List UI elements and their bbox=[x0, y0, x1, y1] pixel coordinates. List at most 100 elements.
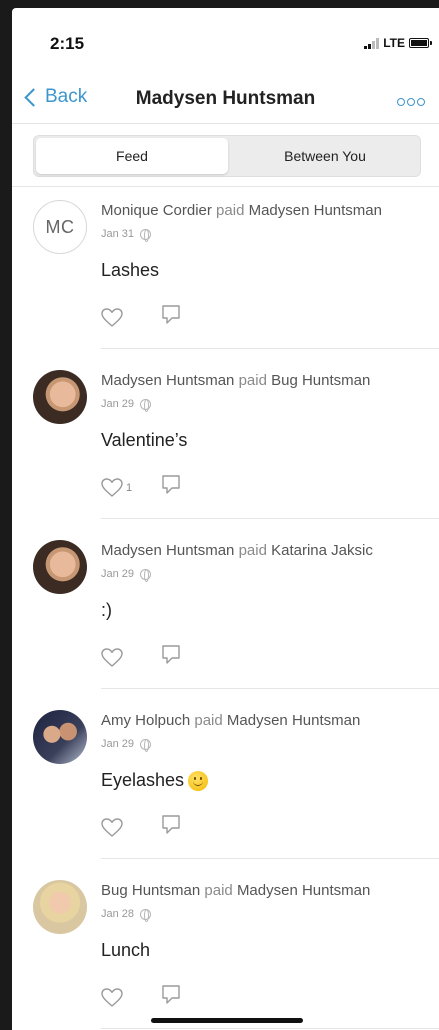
like-button[interactable] bbox=[101, 647, 161, 668]
item-divider bbox=[101, 1028, 439, 1029]
item-divider bbox=[101, 858, 439, 859]
feed-item[interactable]: Madysen Huntsman paid Katarina Jaksic Jan… bbox=[12, 526, 439, 696]
payment-date: Jan 29 bbox=[101, 398, 152, 412]
avatar[interactable]: MC bbox=[33, 200, 87, 254]
item-divider bbox=[101, 348, 439, 349]
battery-icon bbox=[409, 38, 432, 48]
like-button[interactable] bbox=[101, 987, 161, 1008]
heart-icon bbox=[101, 987, 123, 1007]
payment-description: Amy Holpuch paid Madysen Huntsman bbox=[101, 712, 360, 729]
comment-icon bbox=[162, 985, 180, 1004]
comment-icon bbox=[162, 645, 180, 664]
heart-icon bbox=[101, 817, 123, 837]
item-actions bbox=[101, 304, 181, 331]
payment-description: Madysen Huntsman paid Katarina Jaksic bbox=[101, 542, 373, 559]
globe-icon bbox=[140, 398, 152, 412]
feed-item[interactable]: MC Monique Cordier paid Madysen Huntsman J… bbox=[12, 186, 439, 356]
payment-description: Madysen Huntsman paid Bug Huntsman bbox=[101, 372, 370, 389]
item-actions bbox=[101, 644, 181, 671]
avatar[interactable] bbox=[33, 370, 87, 424]
payer-name[interactable]: Bug Huntsman bbox=[101, 882, 200, 899]
note-text: Lunch bbox=[101, 940, 151, 960]
like-button[interactable] bbox=[101, 817, 161, 838]
globe-icon bbox=[140, 228, 152, 242]
home-indicator[interactable] bbox=[151, 1018, 303, 1023]
payer-name[interactable]: Madysen Huntsman bbox=[101, 372, 234, 389]
payment-date: Jan 28 bbox=[101, 908, 152, 922]
heart-icon bbox=[101, 307, 123, 327]
payer-name[interactable]: Madysen Huntsman bbox=[101, 542, 234, 559]
globe-icon bbox=[140, 738, 152, 752]
payment-description: Monique Cordier paid Madysen Huntsman bbox=[101, 202, 382, 219]
payee-name[interactable]: Madysen Huntsman bbox=[237, 882, 370, 899]
payment-note: Lunch bbox=[101, 940, 150, 961]
item-divider bbox=[101, 518, 439, 519]
comment-button[interactable] bbox=[161, 474, 181, 501]
comment-button[interactable] bbox=[161, 644, 181, 671]
payment-note: Lashes bbox=[101, 260, 159, 281]
more-options-icon[interactable] bbox=[397, 98, 425, 106]
segmented-control: Feed Between You bbox=[33, 135, 421, 177]
item-divider bbox=[101, 688, 439, 689]
note-text: Valentine’s bbox=[101, 430, 188, 450]
heart-icon bbox=[101, 477, 123, 497]
phone-screen: 2:15 LTE Back Madysen Huntsman Feed Betw… bbox=[12, 8, 439, 1030]
signal-icon bbox=[364, 37, 380, 49]
smile-emoji-icon bbox=[188, 770, 209, 791]
status-bar: 2:15 LTE bbox=[12, 8, 439, 68]
avatar[interactable] bbox=[33, 710, 87, 764]
status-time: 2:15 bbox=[50, 34, 85, 53]
payee-name[interactable]: Bug Huntsman bbox=[271, 372, 370, 389]
date-label: Jan 29 bbox=[101, 738, 135, 750]
avatar[interactable] bbox=[33, 880, 87, 934]
item-actions: 1 bbox=[101, 474, 181, 501]
feed-item[interactable]: Bug Huntsman paid Madysen Huntsman Jan 28… bbox=[12, 866, 439, 1030]
payer-name[interactable]: Monique Cordier bbox=[101, 202, 212, 219]
like-button[interactable] bbox=[101, 307, 161, 328]
payment-verb: paid bbox=[200, 882, 237, 899]
globe-icon bbox=[140, 568, 152, 582]
item-actions bbox=[101, 814, 181, 841]
payment-verb: paid bbox=[234, 372, 272, 389]
feed-item[interactable]: Amy Holpuch paid Madysen Huntsman Jan 29 E… bbox=[12, 696, 439, 866]
tab-feed[interactable]: Feed bbox=[36, 138, 228, 174]
like-button[interactable]: 1 bbox=[101, 477, 161, 498]
page-title: Madysen Huntsman bbox=[135, 88, 316, 109]
date-label: Jan 31 bbox=[101, 228, 135, 240]
date-label: Jan 29 bbox=[101, 398, 135, 410]
payment-verb: paid bbox=[211, 202, 249, 219]
heart-icon bbox=[101, 647, 123, 667]
comment-button[interactable] bbox=[161, 984, 181, 1011]
comment-icon bbox=[162, 815, 180, 834]
comment-icon bbox=[162, 475, 180, 494]
date-label: Jan 29 bbox=[101, 568, 135, 580]
globe-icon bbox=[140, 908, 152, 922]
payment-date: Jan 29 bbox=[101, 568, 152, 582]
payment-verb: paid bbox=[190, 712, 227, 729]
tab-between-you[interactable]: Between You bbox=[230, 138, 420, 174]
date-label: Jan 28 bbox=[101, 908, 135, 920]
like-count: 1 bbox=[126, 481, 133, 494]
note-text: Lashes bbox=[101, 260, 160, 280]
payment-verb: paid bbox=[234, 542, 272, 559]
payee-name[interactable]: Madysen Huntsman bbox=[249, 202, 382, 219]
payment-note: :) bbox=[101, 600, 112, 621]
note-text: :) bbox=[101, 600, 112, 620]
comment-button[interactable] bbox=[161, 814, 181, 841]
payer-name[interactable]: Amy Holpuch bbox=[101, 712, 190, 729]
navigation-bar: Back Madysen Huntsman bbox=[12, 76, 439, 124]
payee-name[interactable]: Katarina Jaksic bbox=[271, 542, 373, 559]
payment-note: Eyelashes bbox=[101, 770, 209, 791]
payment-date: Jan 31 bbox=[101, 228, 152, 242]
payment-note: Valentine’s bbox=[101, 430, 187, 451]
comment-icon bbox=[162, 305, 180, 324]
payment-description: Bug Huntsman paid Madysen Huntsman bbox=[101, 882, 370, 899]
item-actions bbox=[101, 984, 181, 1011]
payee-name[interactable]: Madysen Huntsman bbox=[227, 712, 360, 729]
status-indicators: LTE bbox=[364, 36, 432, 50]
comment-button[interactable] bbox=[161, 304, 181, 331]
feed-item[interactable]: Madysen Huntsman paid Bug Huntsman Jan 29… bbox=[12, 356, 439, 526]
payment-date: Jan 29 bbox=[101, 738, 152, 752]
avatar[interactable] bbox=[33, 540, 87, 594]
note-text: Eyelashes bbox=[101, 770, 185, 790]
